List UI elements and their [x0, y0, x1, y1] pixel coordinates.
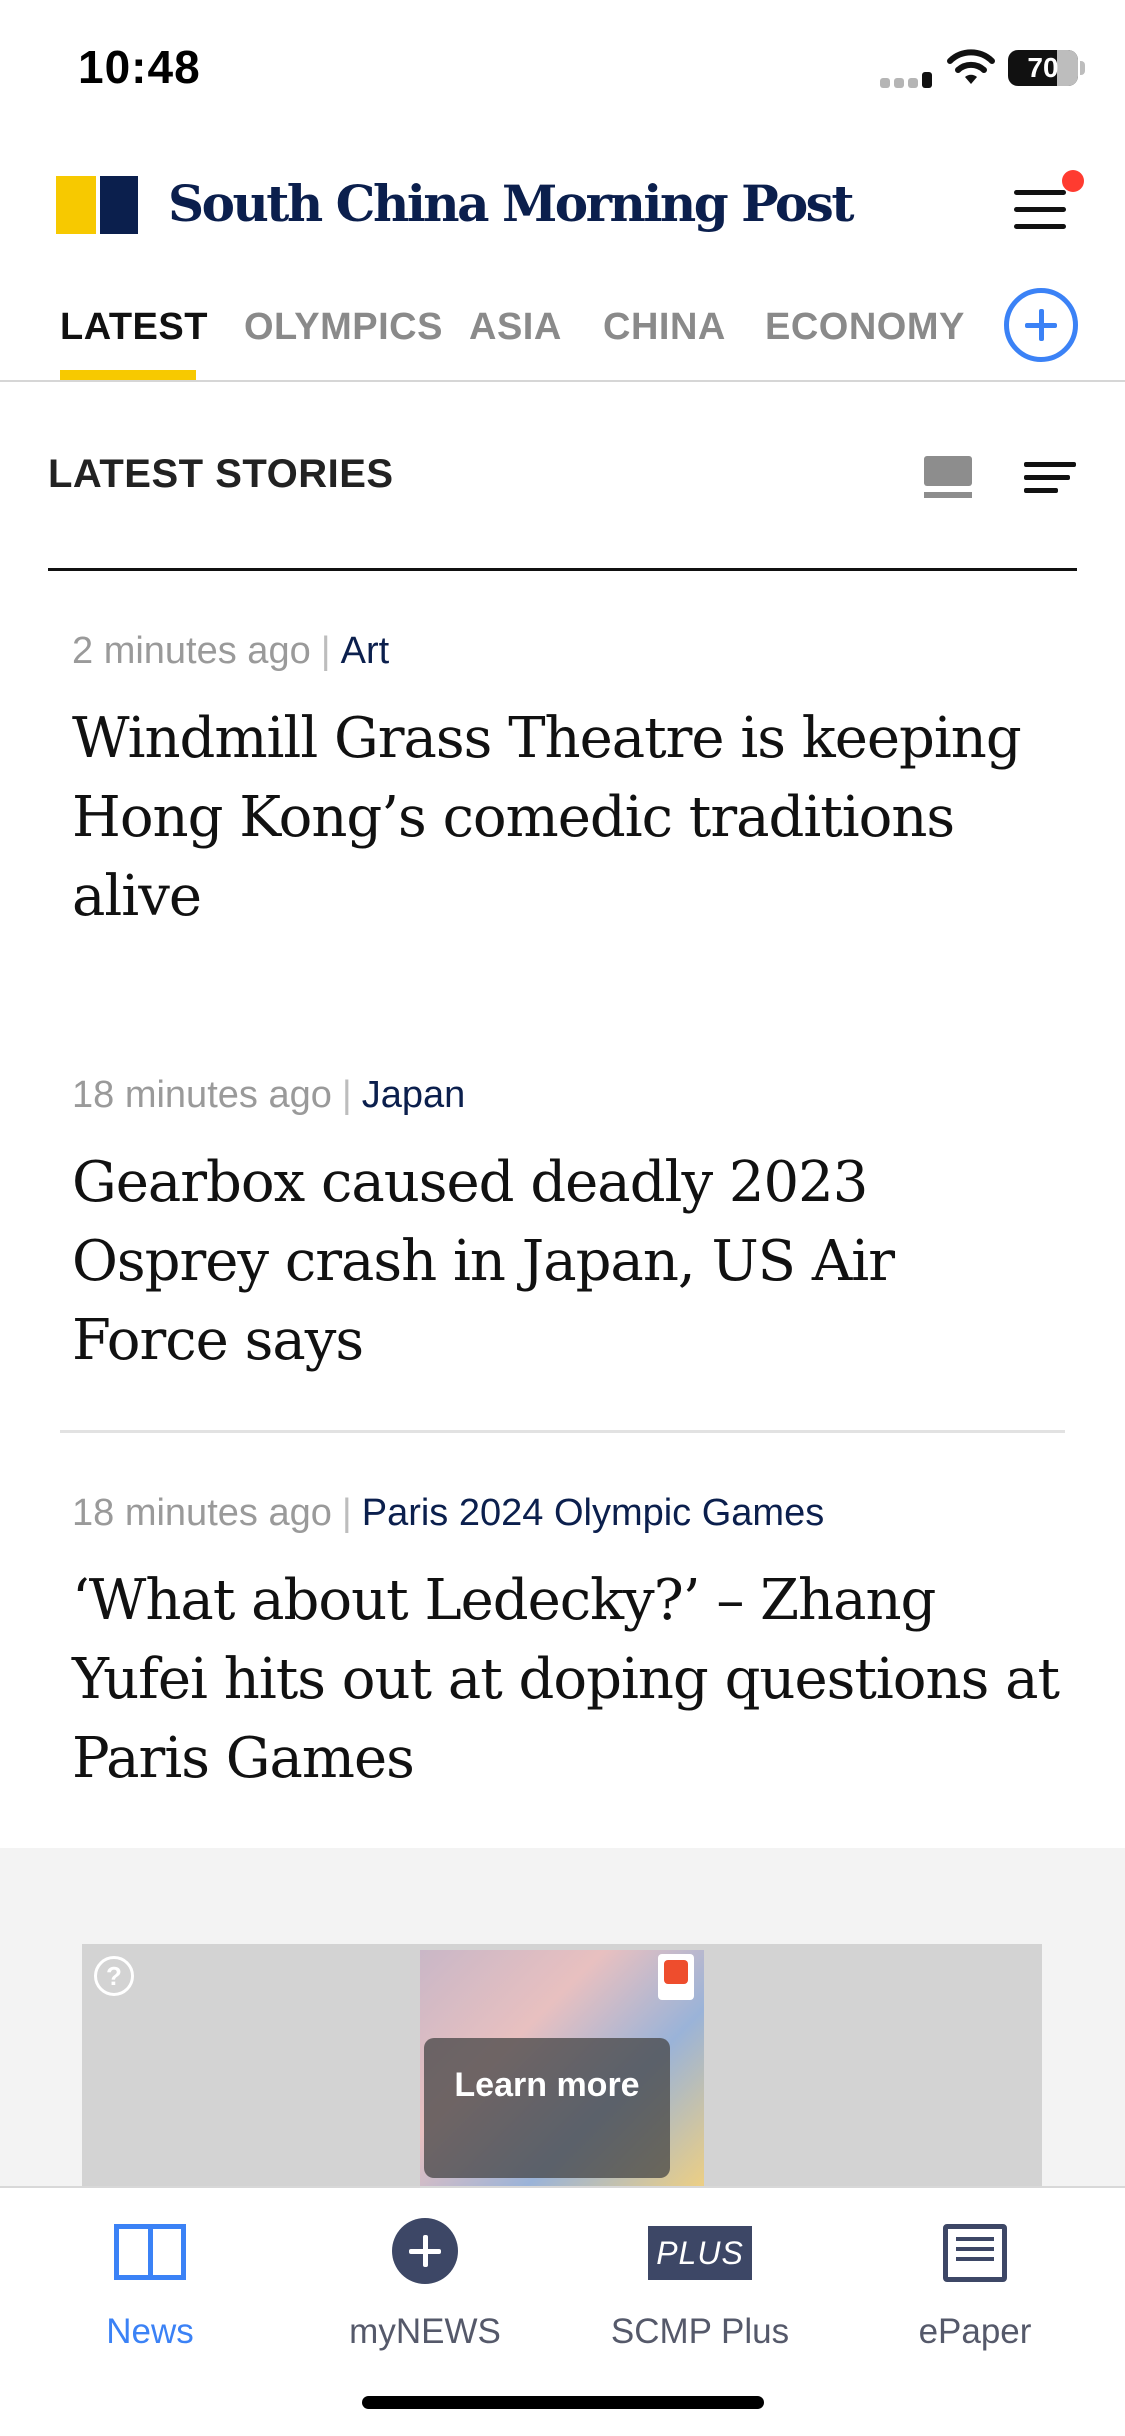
article-meta: 2 minutes ago | Art [72, 630, 390, 672]
home-indicator [362, 2396, 764, 2409]
article-meta: 18 minutes ago | Paris 2024 Olympic Games [72, 1492, 825, 1534]
tab-olympics[interactable]: OLYMPICS [244, 306, 443, 349]
article-time: 2 minutes ago [72, 630, 311, 672]
cellular-signal-icon [880, 68, 934, 88]
tab-china[interactable]: CHINA [603, 306, 726, 349]
add-section-icon[interactable] [1004, 288, 1078, 362]
brand-title[interactable]: South China Morning Post [168, 174, 854, 233]
tabbar-label: myNEWS [349, 2312, 501, 2351]
battery-cap [1080, 61, 1085, 75]
ad-learn-more-button[interactable]: Learn more [424, 2038, 670, 2178]
article-item[interactable]: 2 minutes ago | Art Windmill Grass Theatre… [72, 630, 1062, 936]
tab-economy[interactable]: ECONOMY [765, 306, 965, 349]
article-divider [60, 1430, 1065, 1433]
ad-banner[interactable]: ? Learn more [82, 1944, 1042, 2194]
article-category[interactable]: Japan [362, 1074, 466, 1116]
battery-icon: 70 [1008, 50, 1078, 86]
tabbar-label: ePaper [918, 2312, 1032, 2351]
sort-list-icon[interactable] [1024, 462, 1076, 494]
section-divider [48, 568, 1077, 571]
menu-button[interactable] [1010, 180, 1072, 236]
layout-view-icon[interactable] [924, 456, 972, 498]
section-tabs: LATEST OLYMPICS ASIA CHINA ECONOMY [0, 290, 1125, 382]
article-headline[interactable]: Windmill Grass Theatre is keeping Hong K… [72, 699, 1062, 936]
tab-asia[interactable]: ASIA [469, 306, 562, 349]
article-item[interactable]: 18 minutes ago | Japan Gearbox caused dead… [72, 1074, 1062, 1380]
article-category[interactable]: Paris 2024 Olympic Games [362, 1492, 825, 1534]
status-time: 10:48 [78, 41, 201, 93]
news-icon [114, 2224, 186, 2280]
ad-image[interactable]: Learn more [420, 1950, 704, 2194]
battery-level: 70 [1027, 52, 1059, 83]
notification-dot [1062, 170, 1084, 192]
tabbar-news[interactable]: News [20, 2218, 280, 2358]
scmp-logo-icon [56, 176, 138, 234]
article-item[interactable]: 18 minutes ago | Paris 2024 Olympic Games … [72, 1492, 1062, 1798]
section-title: LATEST STORIES [48, 452, 394, 496]
ad-info-icon[interactable]: ? [94, 1956, 134, 1996]
tabbar-epaper[interactable]: ePaper [845, 2218, 1105, 2358]
article-time: 18 minutes ago [72, 1492, 332, 1534]
tabbar-label: SCMP Plus [610, 2312, 790, 2351]
article-time: 18 minutes ago [72, 1074, 332, 1116]
status-bar: 10:48 70 [0, 0, 1125, 140]
epaper-icon [943, 2224, 1007, 2282]
plus-badge-icon: PLUS [648, 2226, 752, 2280]
article-headline[interactable]: ‘What about Ledecky?’ – Zhang Yufei hits… [72, 1561, 1062, 1798]
tabbar-label: News [106, 2312, 194, 2351]
tab-latest[interactable]: LATEST [60, 306, 208, 349]
article-headline[interactable]: Gearbox caused deadly 2023 Osprey crash … [72, 1143, 1062, 1380]
active-tab-indicator [60, 370, 196, 380]
tabbar-scmp-plus[interactable]: PLUS SCMP Plus [570, 2218, 830, 2358]
shopee-logo-icon [658, 1954, 694, 2000]
add-circle-icon [392, 2218, 458, 2284]
ad-container: ? Learn more [0, 1848, 1125, 2194]
article-category[interactable]: Art [341, 630, 390, 672]
app-header: South China Morning Post [0, 150, 1125, 260]
article-meta: 18 minutes ago | Japan [72, 1074, 466, 1116]
tabbar-mynews[interactable]: myNEWS [295, 2218, 555, 2358]
wifi-icon [947, 49, 995, 84]
